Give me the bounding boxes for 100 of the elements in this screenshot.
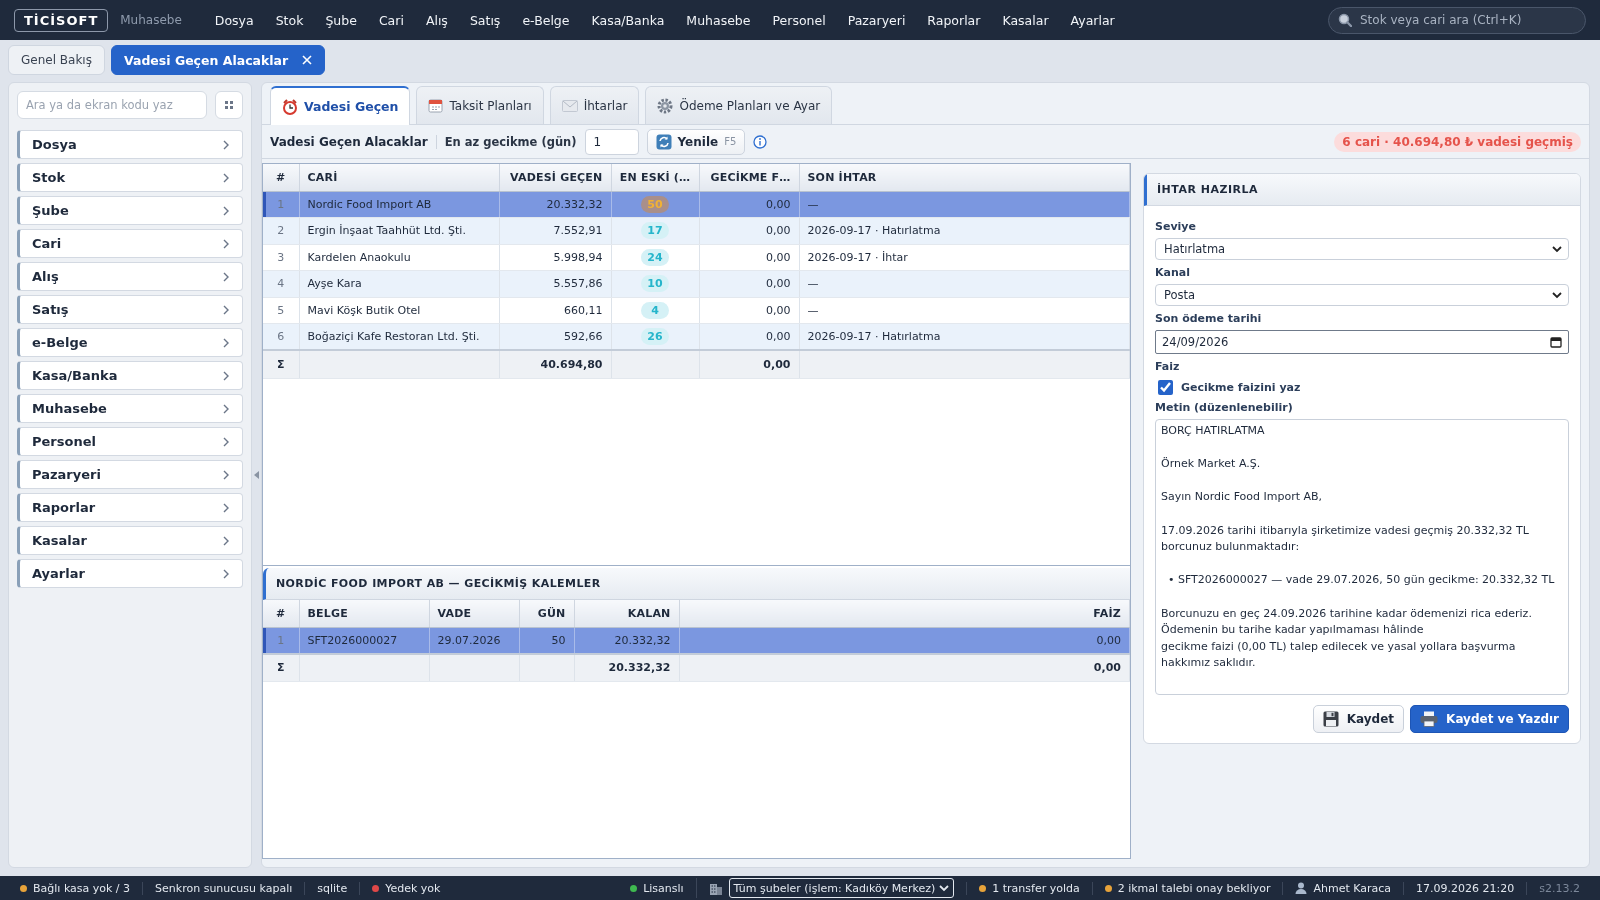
sidebar-item[interactable]: Kasa/Banka — [17, 361, 243, 390]
column-header: CARİ — [299, 164, 499, 191]
search-field[interactable]: Stok veya cari ara (Ctrl+K) — [1328, 6, 1586, 34]
column-header: # — [263, 164, 299, 191]
table-row[interactable]: 6 Boğaziçi Kafe Restoran Ltd. Şti. 592,66 26 0,00 2026-09-17 · Hatırlatma — [263, 323, 1130, 350]
sidebar-item[interactable]: e-Belge — [17, 328, 243, 357]
info-icon — [753, 134, 768, 149]
panel-title: İHTAR HAZIRLA — [1144, 174, 1580, 206]
table-cell: SFT2026000027 — [307, 633, 398, 647]
table-cell: 1 — [277, 197, 285, 211]
table-cell: 660,11 — [564, 303, 603, 317]
days-badge: 4 — [641, 301, 669, 319]
menu-item[interactable]: Alış — [414, 8, 459, 32]
chevron-right-icon — [222, 304, 230, 315]
menu-item[interactable]: Cari — [367, 8, 415, 32]
table-cell: 3 — [277, 250, 285, 264]
sidebar-item[interactable]: Şube — [17, 196, 243, 225]
save-button[interactable]: Kaydet — [1312, 705, 1405, 733]
save-print-button[interactable]: Kaydet ve Yazdır — [1410, 705, 1569, 733]
dropdown[interactable]: Posta — [1155, 284, 1569, 306]
field-label: Kanal — [1155, 266, 1191, 279]
menu-item[interactable]: Pazaryeri — [836, 8, 917, 32]
checkbox[interactable] — [1158, 380, 1173, 395]
days-badge: 17 — [641, 222, 669, 240]
caret-down-icon — [1552, 291, 1562, 299]
table-cell: 5.557,86 — [553, 277, 603, 291]
table-row[interactable]: 3 Kardelen Anaokulu 5.998,94 24 0,00 2026-09-17 · İhtar — [263, 244, 1130, 271]
sum-symbol: Σ — [277, 357, 285, 371]
table-row[interactable]: 5 Mavi Köşk Butik Otel 660,11 4 0,00 — — [263, 297, 1130, 324]
days-badge: 26 — [641, 328, 669, 345]
menu-item[interactable]: Şube — [314, 8, 368, 32]
sidebar-item[interactable]: Satış — [17, 295, 243, 324]
chevron-right-icon — [222, 205, 230, 216]
table-cell: 2026-09-17 · Hatırlatma — [807, 224, 941, 238]
sidebar-item[interactable]: Raporlar — [17, 493, 243, 522]
envelope-icon — [561, 99, 578, 112]
sidebar-item[interactable]: Personel — [17, 427, 243, 456]
chevron-right-icon — [222, 271, 230, 282]
branch-dropdown[interactable]: Tüm şubeler (işlem: Kadıköy Merkez) — [728, 878, 955, 898]
table-cell: 4 — [277, 277, 285, 291]
days-badge: 10 — [641, 275, 669, 293]
table-cell: 0,00 — [766, 250, 791, 264]
input-field[interactable]: 1 — [584, 128, 639, 155]
dropdown[interactable]: Hatırlatma — [1155, 238, 1569, 260]
table-cell: — — [807, 303, 819, 317]
tab[interactable]: Vadesi Geçen — [270, 86, 411, 125]
tab[interactable]: Taksit Planları — [416, 86, 544, 124]
sidebar-item[interactable]: Alış — [17, 262, 243, 291]
status-text: Bağlı kasa yok / 3 — [33, 881, 131, 895]
sidebar-item[interactable]: Ayarlar — [17, 559, 243, 588]
menu-item[interactable]: Personel — [761, 8, 837, 32]
table-cell: 20.332,32 — [614, 633, 671, 647]
sidebar-item[interactable]: Dosya — [17, 130, 243, 159]
table-cell: 5.998,94 — [553, 250, 603, 264]
table-cell: 20.332,32 — [546, 197, 603, 211]
calendar-icon — [1550, 336, 1562, 348]
table-cell: 0,00 — [766, 277, 791, 291]
column-header: SON İHTAR — [799, 164, 1130, 191]
total-cell: 0,00 — [1093, 661, 1121, 675]
grid-button[interactable] — [215, 91, 243, 119]
menu-item[interactable]: Muhasebe — [675, 8, 762, 32]
menu-item[interactable]: Dosya — [203, 8, 265, 32]
date-field[interactable]: 24/09/2026 — [1155, 330, 1569, 354]
tab[interactable]: İhtarlar — [549, 86, 640, 124]
sidebar-item[interactable]: Kasalar — [17, 526, 243, 555]
user-icon — [1295, 882, 1308, 894]
chevron-right-icon — [222, 535, 230, 546]
sidebar-item[interactable]: Muhasebe — [17, 394, 243, 423]
status-text: sqlite — [317, 881, 348, 895]
document-tab[interactable]: Vadesi Geçen Alacaklar — [110, 45, 326, 75]
menu-item[interactable]: Ayarlar — [1059, 8, 1126, 32]
table-row[interactable]: 4 Ayşe Kara 5.557,86 10 0,00 — — [263, 270, 1130, 297]
total-cell: 40.694,80 — [540, 357, 603, 371]
days-badge: 50 — [641, 195, 669, 213]
column-header: VADESİ GEÇEN — [499, 164, 611, 191]
checkbox-label: Gecikme faizini yaz — [1181, 381, 1301, 394]
menu-item[interactable]: Stok — [264, 8, 315, 32]
chevron-right-icon — [222, 436, 230, 447]
menu-item[interactable]: e-Belge — [511, 8, 581, 32]
sidebar-item[interactable]: Pazaryeri — [17, 460, 243, 489]
gear-icon — [657, 97, 674, 114]
sidebar-item[interactable]: Cari — [17, 229, 243, 258]
text-area[interactable]: BORÇ HATIRLATMA Örnek Market A.Ş. Sayın Nordic Food Import AB, 17.09.2026 tarihi itibarıyla şirketimize vadesi geçmiş 20.332,32 TL borcunuz bulunmaktadır: • SFT2026000027 — vade 29.07.2026, 50 gün gecikme: 20.332,32 TL Borcunuzu en geç 24.09.2026 tarihine kadar ödemenizi rica ederiz. Ödemenin bu tarihe kadar yapılmaması hâlinde gecikme faizi (0,00 TL) talep edilecek ve yasal yollara başvurma hakkımız saklıdır. — [1155, 419, 1569, 695]
table-cell: Ayşe Kara — [307, 277, 362, 291]
sidebar-item[interactable]: Stok — [17, 163, 243, 192]
menu-item[interactable]: Satış — [458, 8, 512, 32]
table-row[interactable]: 2 Ergin İnşaat Taahhüt Ltd. Şti. 7.552,91 17 0,00 2026-09-17 · Hatırlatma — [263, 217, 1130, 244]
chevron-right-icon — [222, 139, 230, 150]
chevron-right-icon — [222, 502, 230, 513]
calendar-icon — [428, 98, 444, 113]
menu-item[interactable]: Kasalar — [991, 8, 1060, 32]
tab[interactable]: Ödeme Planları ve Ayar — [645, 86, 833, 124]
column-header: VADE — [429, 600, 519, 627]
document-tab[interactable]: Genel Bakış — [8, 45, 105, 75]
refresh-button[interactable]: Yenile F5 — [646, 128, 746, 155]
menu-item[interactable]: Raporlar — [916, 8, 992, 32]
chevron-right-icon — [222, 469, 230, 480]
table-cell: 0,00 — [766, 197, 791, 211]
menu-item[interactable]: Kasa/Banka — [580, 8, 676, 32]
table-row[interactable]: 1 Nordic Food Import AB 20.332,32 50 0,00 — — [263, 191, 1130, 218]
